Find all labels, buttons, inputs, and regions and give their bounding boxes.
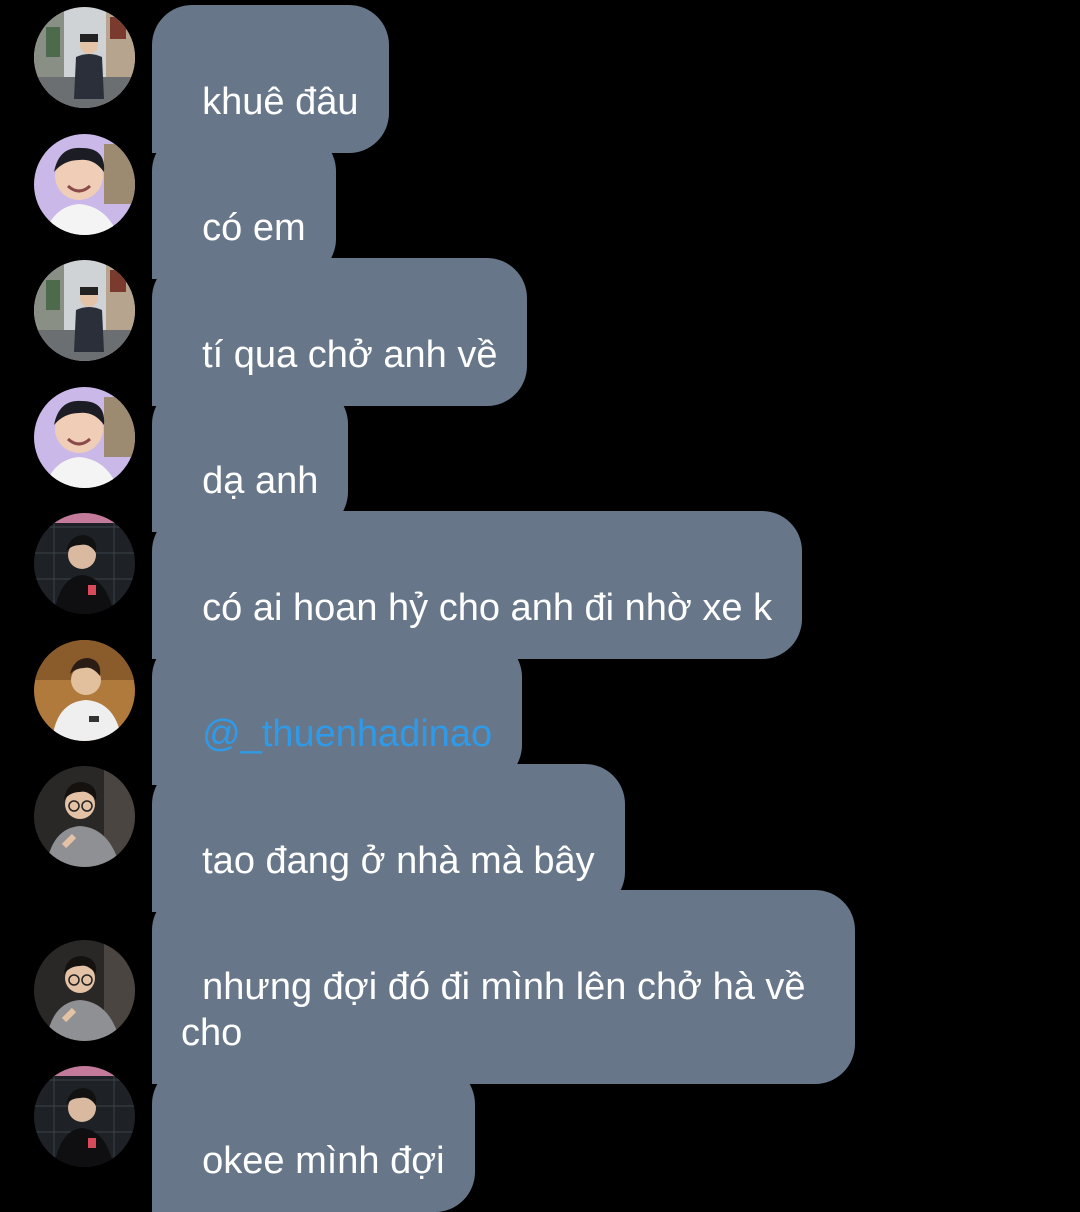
avatar-image — [34, 387, 135, 488]
mention-link[interactable]: @_thuenhadinao — [202, 713, 492, 755]
message-text: dạ anh — [202, 460, 319, 502]
message-text: tí qua chở anh về — [202, 334, 498, 376]
message-text: khuê đâu — [202, 81, 359, 123]
message-text: tao đang ở nhà mà bây — [202, 840, 595, 882]
avatar-image — [34, 1066, 135, 1167]
message-bubble[interactable]: nhưng đợi đó đi mình lên chở hà về cho — [152, 890, 855, 1084]
avatar-image — [34, 640, 135, 741]
avatar-smiling-boy[interactable] — [34, 134, 135, 235]
avatar-smiling-boy[interactable] — [34, 387, 135, 488]
avatar-street-boy[interactable] — [34, 7, 135, 108]
avatar-hoodie-boy[interactable] — [34, 640, 135, 741]
avatar-street-boy[interactable] — [34, 260, 135, 361]
avatar-image — [34, 134, 135, 235]
message-bubble[interactable]: dạ anh — [152, 384, 349, 532]
avatar-glasses-boy[interactable] — [34, 766, 135, 867]
message-bubble[interactable]: okee mình đợi — [152, 1064, 475, 1212]
message-text: có ai hoan hỷ cho anh đi nhờ xe k — [202, 587, 773, 629]
avatar-image — [34, 940, 135, 1041]
avatar-glasses-boy[interactable] — [34, 940, 135, 1041]
avatar-image — [34, 513, 135, 614]
message-text: nhưng đợi đó đi mình lên chở hà về cho — [181, 966, 817, 1054]
message-text: có em — [202, 207, 306, 249]
avatar-dark-shirt-boy[interactable] — [34, 513, 135, 614]
message-bubble[interactable]: @_thuenhadinao — [152, 637, 523, 785]
avatar-image — [34, 766, 135, 867]
avatar-image — [34, 260, 135, 361]
message-bubble[interactable]: có em — [152, 131, 336, 279]
avatar-dark-shirt-boy[interactable] — [34, 1066, 135, 1167]
avatar-image — [34, 7, 135, 108]
